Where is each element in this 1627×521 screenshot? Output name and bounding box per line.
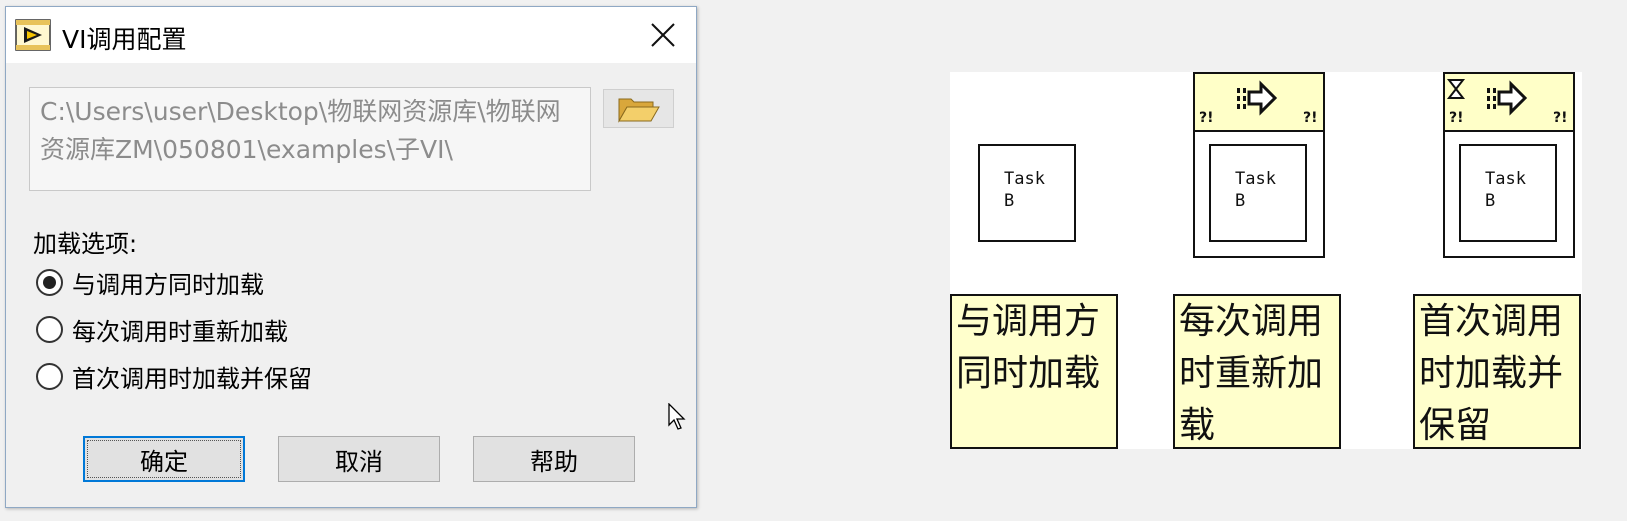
browse-button[interactable] <box>603 89 674 128</box>
radio-load-with-callers[interactable] <box>36 269 63 296</box>
svg-text:?!: ?! <box>1553 110 1568 126</box>
radio-load-first-call-retain[interactable] <box>36 363 63 390</box>
close-button[interactable] <box>640 13 686 57</box>
svg-text:?!: ?! <box>1199 110 1214 126</box>
caption-reload-each-call: 每次调用时重新加载 <box>1173 294 1341 449</box>
vi-call-config-dialog: VI调用配置 C:\Users\user\Desktop\物联网资源库\物联网资… <box>5 6 697 508</box>
dynamic-node-reload-each-call: ?! ?! Task B <box>1193 72 1325 258</box>
option-label: 每次调用时重新加载 <box>72 318 288 346</box>
title-bar: VI调用配置 <box>6 7 696 63</box>
folder-open-icon <box>617 98 660 123</box>
subvi-label: Task B <box>1004 169 1045 211</box>
close-icon <box>651 23 675 47</box>
option-load-first-call-retain[interactable]: 首次调用时加载并保留 <box>36 359 312 394</box>
arrow-cursor-icon <box>668 402 686 435</box>
caption-load-with-callers: 与调用方同时加载 <box>950 294 1118 449</box>
subvi-label: Task B <box>1235 169 1276 211</box>
svg-text:?!: ?! <box>1303 110 1318 126</box>
ok-button[interactable]: 确定 <box>83 436 245 482</box>
run-arrow-icon: ?! ?! <box>1199 80 1318 126</box>
hourglass-icon: ?! ?! <box>1446 79 1568 126</box>
cancel-button[interactable]: 取消 <box>278 436 440 482</box>
option-label: 首次调用时加载并保留 <box>72 365 312 393</box>
vi-path-field[interactable]: C:\Users\user\Desktop\物联网资源库\物联网资源库ZM\05… <box>29 87 591 191</box>
dynamic-node-load-first-call: ?! ?! Task B <box>1443 72 1575 258</box>
subvi-node-inner: Task B <box>1459 144 1557 242</box>
option-reload-each-call[interactable]: 每次调用时重新加载 <box>36 312 288 347</box>
subvi-node-inner: Task B <box>1209 144 1307 242</box>
load-option-illustration: Task B ?! ?! Task B ?! ?! Task B 与调用方同时加… <box>950 72 1582 449</box>
load-options-label: 加载选项: <box>33 230 138 258</box>
option-load-with-callers[interactable]: 与调用方同时加载 <box>36 265 264 300</box>
radio-reload-each-call[interactable] <box>36 316 63 343</box>
svg-text:?!: ?! <box>1449 110 1464 126</box>
caption-load-first-call-retain: 首次调用时加载并保留 <box>1413 294 1581 449</box>
dialog-title: VI调用配置 <box>62 25 187 54</box>
subvi-node-load-with-callers: Task B <box>978 144 1076 242</box>
node-header: ?! ?! <box>1445 74 1573 132</box>
node-header: ?! ?! <box>1195 74 1323 132</box>
option-label: 与调用方同时加载 <box>72 271 264 299</box>
labview-vi-icon <box>15 19 53 51</box>
help-button[interactable]: 帮助 <box>473 436 635 482</box>
subvi-label: Task B <box>1485 169 1526 211</box>
